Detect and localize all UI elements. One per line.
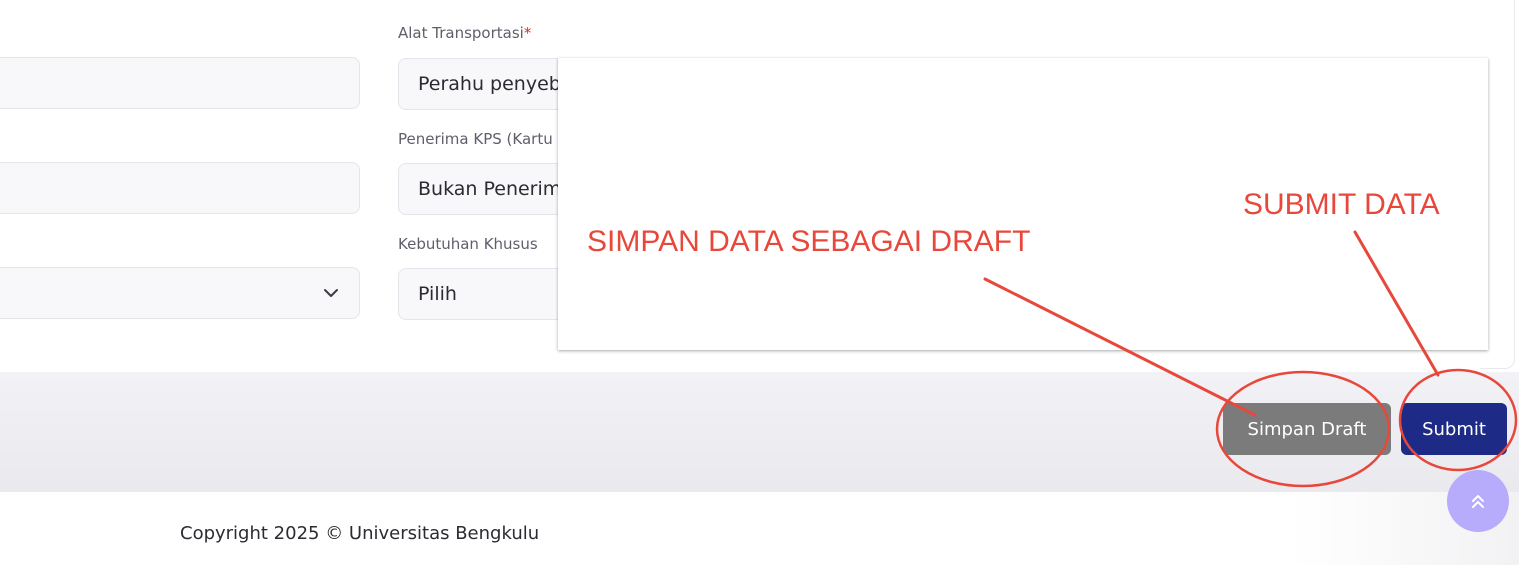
chevron-down-icon: [324, 289, 338, 297]
form-card: Alat Transportasi* Perahu penyeberangan …: [0, 0, 1519, 372]
field-label-alat-transportasi: Alat Transportasi*: [398, 24, 532, 42]
left-text-input-2[interactable]: [0, 162, 360, 214]
submit-button[interactable]: Submit: [1401, 403, 1507, 455]
alat-transportasi-select[interactable]: Perahu penyeberangan: [398, 58, 578, 110]
penerima-kps-select[interactable]: Bukan Penerima: [398, 163, 578, 215]
required-marker: *: [523, 24, 532, 42]
left-text-input-1[interactable]: [0, 57, 360, 109]
footer-copyright: Copyright 2025 © Universitas Bengkulu: [180, 523, 540, 544]
left-select-input[interactable]: [0, 267, 360, 319]
scroll-top-button[interactable]: [1447, 470, 1509, 532]
double-chevron-up-icon: [1472, 495, 1484, 508]
draft-annotation-label: SIMPAN DATA SEBAGAI DRAFT: [587, 225, 1031, 258]
field-label-kebutuhan-khusus: Kebutuhan Khusus: [398, 235, 538, 253]
submit-annotation-label: SUBMIT DATA: [1243, 188, 1440, 221]
save-draft-button[interactable]: Simpan Draft: [1223, 403, 1391, 455]
kebutuhan-khusus-select[interactable]: Pilih: [398, 268, 578, 320]
